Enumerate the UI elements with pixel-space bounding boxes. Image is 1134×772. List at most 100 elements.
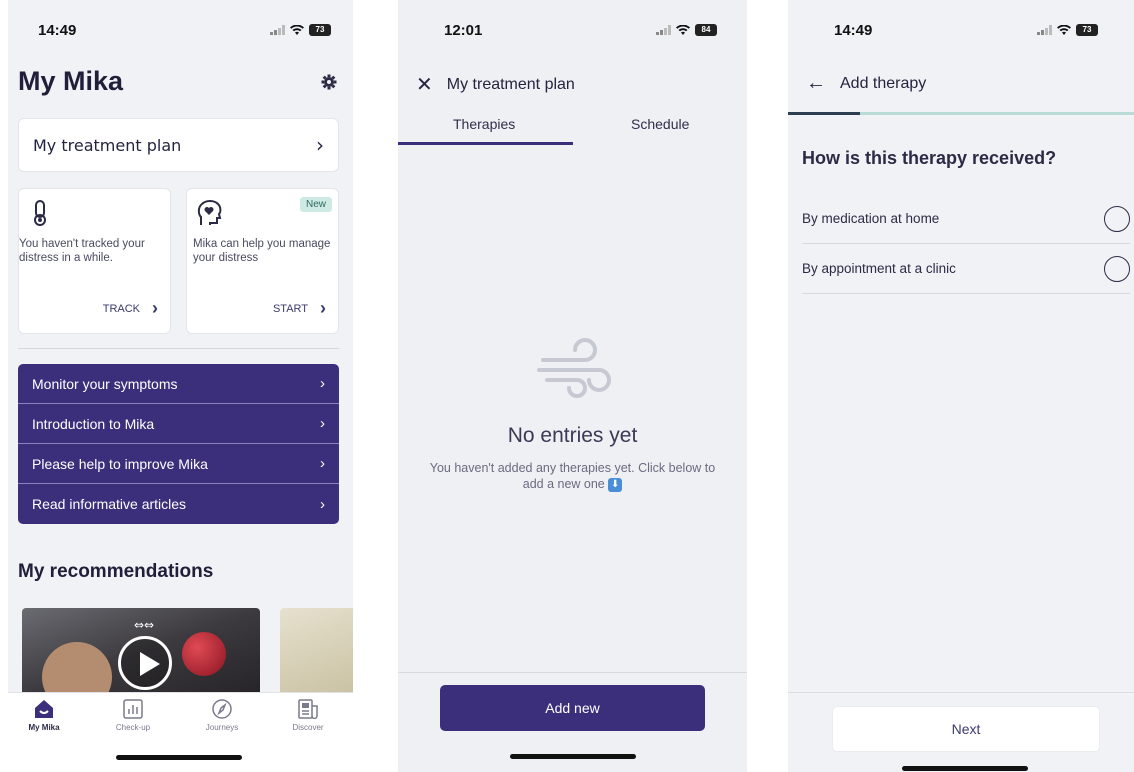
gear-icon[interactable] xyxy=(321,74,337,90)
header: ← Add therapy xyxy=(806,72,926,95)
head-heart-icon xyxy=(197,200,222,225)
question-title: How is this therapy received? xyxy=(802,148,1057,168)
tab-label: Discover xyxy=(292,723,324,732)
option-label: By appointment at a clinic xyxy=(802,261,956,276)
menu-item-label: Read informative articles xyxy=(32,496,187,512)
screen-my-mika: 14:49 73 My Mika My treatment plan › You… xyxy=(8,0,353,772)
header: ✕ My treatment plan xyxy=(416,72,575,97)
start-button[interactable]: START › xyxy=(273,298,326,319)
thermometer-icon xyxy=(34,200,46,226)
play-icon[interactable] xyxy=(118,636,172,690)
track-card-text: You haven't tracked your distress in a w… xyxy=(19,238,145,264)
signal-icon xyxy=(270,25,285,35)
tab-bar: Therapies Schedule xyxy=(398,114,747,146)
status-time: 14:49 xyxy=(834,22,873,39)
treatment-plan-label: My treatment plan xyxy=(33,135,182,155)
tab-schedule[interactable]: Schedule xyxy=(631,116,689,132)
status-time: 14:49 xyxy=(38,22,77,39)
video-thumbnail-ball xyxy=(182,632,226,676)
chevron-right-icon: › xyxy=(320,375,325,392)
status-bar: 14:49 73 xyxy=(788,22,1134,42)
battery-icon: 73 xyxy=(1076,24,1098,36)
recommendations-title: My recommendations xyxy=(18,561,214,582)
compass-icon xyxy=(212,699,232,719)
recommendation-card[interactable] xyxy=(280,608,353,698)
status-bar: 14:49 73 xyxy=(8,22,353,42)
chart-icon xyxy=(123,699,143,719)
empty-state-text: You haven't added any therapies yet. Cli… xyxy=(428,460,717,492)
chevron-right-icon: › xyxy=(316,133,324,157)
option-label: By medication at home xyxy=(802,211,940,226)
empty-state-title: No entries yet xyxy=(507,424,638,447)
option-appointment-at-clinic[interactable]: By appointment at a clinic xyxy=(802,244,1130,294)
menu-item-label: Introduction to Mika xyxy=(32,415,155,432)
wifi-icon xyxy=(1057,24,1071,35)
treatment-plan-card[interactable]: My treatment plan › xyxy=(18,118,339,172)
divider xyxy=(398,672,747,673)
chevron-right-icon: › xyxy=(320,455,325,472)
status-time: 12:01 xyxy=(444,22,483,39)
chevron-right-icon: › xyxy=(320,415,325,432)
recommendation-video-card[interactable]: ⇔⇔ xyxy=(22,608,260,698)
menu-item-label: Please help to improve Mika xyxy=(32,455,208,472)
newspaper-icon xyxy=(298,699,318,719)
home-icon xyxy=(35,700,53,718)
active-tab-indicator xyxy=(398,142,573,145)
wifi-icon xyxy=(290,24,304,35)
main-menu: Monitor your symptoms › Introduction to M… xyxy=(18,364,339,524)
menu-item-label: Monitor your symptoms xyxy=(32,375,178,392)
video-thumbnail-person xyxy=(42,642,112,698)
home-indicator xyxy=(902,766,1028,771)
status-icons: 84 xyxy=(656,24,717,36)
home-indicator xyxy=(510,754,636,759)
menu-item-monitor-symptoms[interactable]: Monitor your symptoms › xyxy=(18,364,339,404)
progress-fill xyxy=(788,112,860,115)
radio-button[interactable] xyxy=(1104,255,1130,282)
page-title: My Mika xyxy=(18,66,124,96)
empty-state-message: You haven't added any therapies yet. Cli… xyxy=(429,461,716,491)
close-icon[interactable]: ✕ xyxy=(416,72,433,97)
start-label: START xyxy=(272,302,308,315)
bottom-tab-bar: My Mika Check-up Journeys Discover xyxy=(8,692,353,772)
tab-discover[interactable]: Discover xyxy=(278,699,338,732)
add-new-button[interactable]: Add new xyxy=(440,685,705,731)
next-button[interactable]: Next xyxy=(832,706,1100,752)
track-button[interactable]: TRACK › xyxy=(103,298,158,319)
track-label: TRACK xyxy=(102,302,140,315)
chevron-right-icon: › xyxy=(152,298,158,318)
home-indicator xyxy=(116,755,242,760)
status-icons: 73 xyxy=(270,24,331,36)
chevron-right-icon: › xyxy=(320,495,325,513)
signal-icon xyxy=(656,25,671,35)
tab-journeys[interactable]: Journeys xyxy=(192,699,252,732)
track-distress-card[interactable]: You haven't tracked your distress in a w… xyxy=(18,188,171,334)
page-title: Add therapy xyxy=(840,74,927,92)
tab-check-up[interactable]: Check-up xyxy=(103,699,163,732)
tab-my-mika[interactable]: My Mika xyxy=(14,699,74,732)
option-medication-at-home[interactable]: By medication at home xyxy=(802,194,1130,244)
manage-card-text: Mika can help you manage your distress xyxy=(193,238,331,264)
status-icons: 73 xyxy=(1037,24,1098,36)
manage-distress-card[interactable]: New Mika can help you manage your distre… xyxy=(186,188,339,334)
menu-item-articles[interactable]: Read informative articles › xyxy=(18,484,339,524)
divider xyxy=(18,348,339,349)
tab-label: Journeys xyxy=(205,723,239,732)
arrow-down-icon: ⬇ xyxy=(608,477,623,492)
back-arrow-icon[interactable]: ← xyxy=(806,72,826,95)
signal-icon xyxy=(1037,25,1052,35)
wind-icon xyxy=(537,338,611,398)
status-bar: 12:01 84 xyxy=(398,22,747,42)
new-badge: New xyxy=(299,197,332,212)
expand-icon: ⇔⇔ xyxy=(134,618,155,632)
divider xyxy=(788,692,1134,693)
battery-icon: 84 xyxy=(695,24,717,36)
menu-item-improve-mika[interactable]: Please help to improve Mika › xyxy=(18,444,339,484)
radio-button[interactable] xyxy=(1104,205,1130,232)
page-title: My treatment plan xyxy=(446,75,575,93)
menu-item-introduction[interactable]: Introduction to Mika › xyxy=(18,404,339,444)
wifi-icon xyxy=(676,24,690,35)
tab-label: My Mika xyxy=(28,723,60,732)
tab-label: Check-up xyxy=(115,723,151,732)
progress-bar xyxy=(788,112,1134,115)
tab-therapies[interactable]: Therapies xyxy=(453,116,515,132)
